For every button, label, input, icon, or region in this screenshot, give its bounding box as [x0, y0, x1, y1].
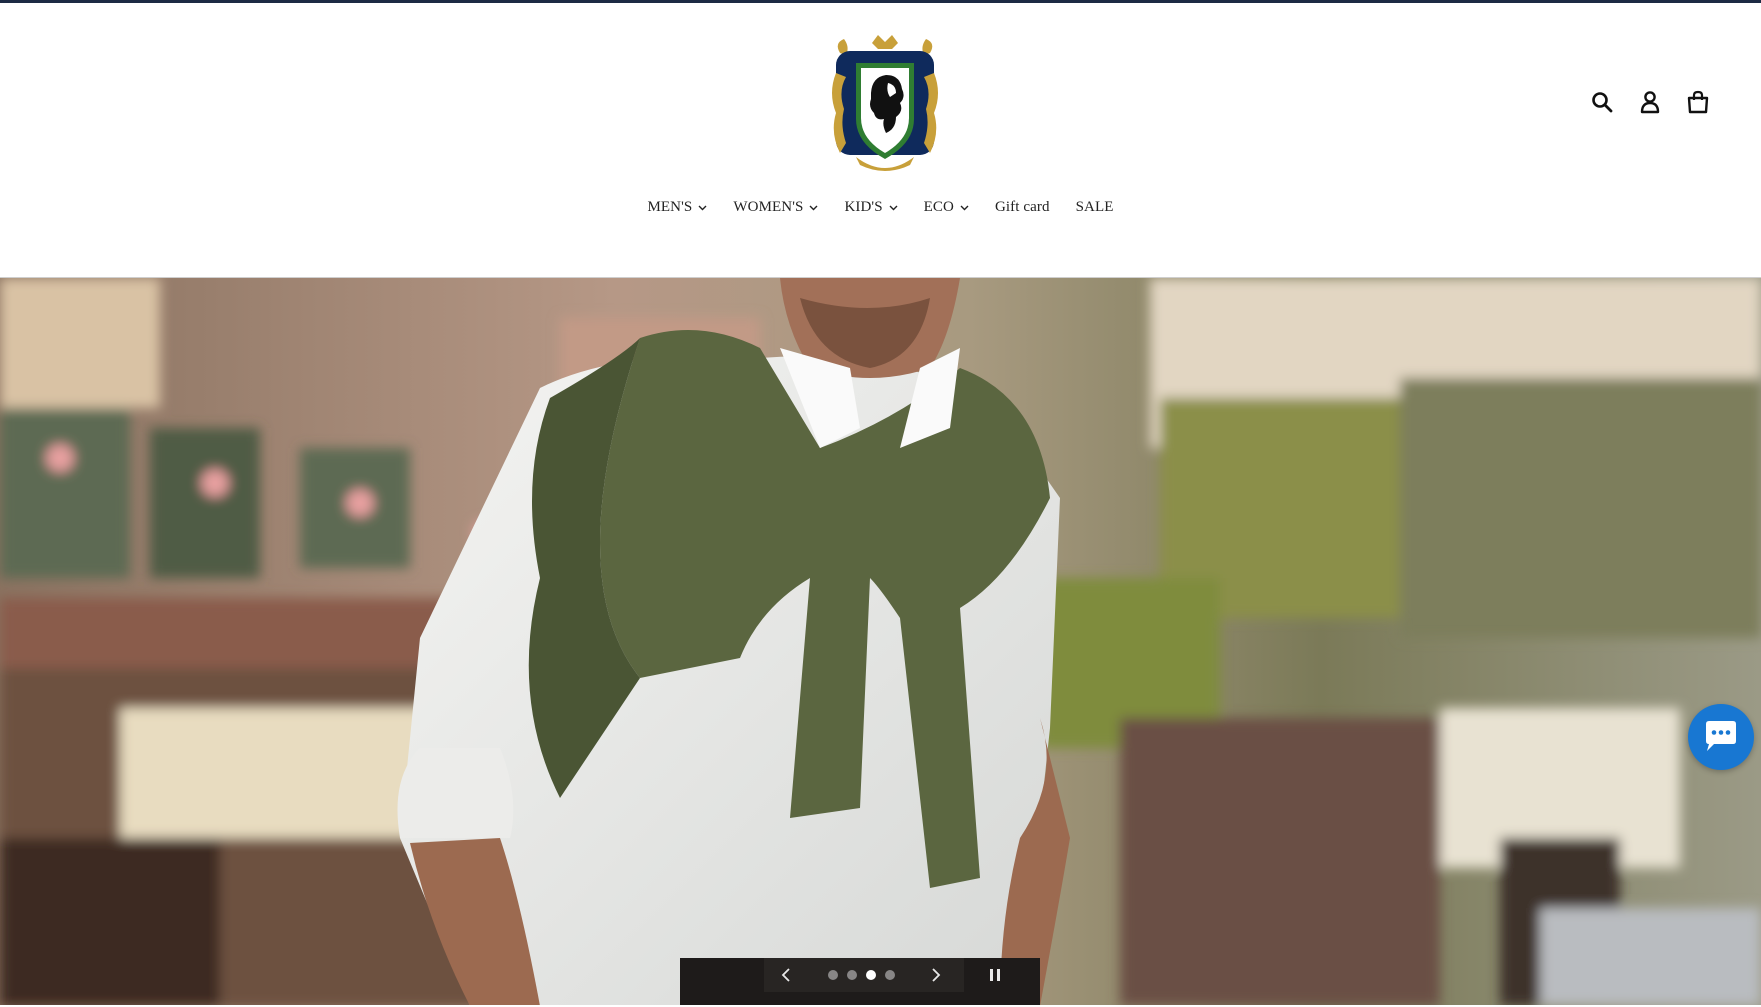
chevron-down-icon [960, 205, 969, 210]
slide-dot-4[interactable] [885, 970, 895, 980]
brand-logo[interactable] [826, 33, 944, 175]
chevron-left-icon[interactable] [778, 966, 796, 984]
nav-item-womens[interactable]: WOMEN'S [733, 199, 818, 216]
nav-label: Gift card [994, 199, 1050, 215]
nav-item-eco[interactable]: ECO [924, 199, 969, 216]
chevron-down-icon [809, 205, 818, 210]
chevron-right-icon[interactable] [926, 966, 944, 984]
chevron-down-icon [698, 205, 707, 210]
nav-label: MEN'S [647, 199, 693, 215]
nav-label: KID'S [844, 199, 883, 215]
nav-label: WOMEN'S [733, 199, 804, 215]
search-icon[interactable] [1589, 89, 1615, 115]
hero-slideshow [0, 277, 1761, 1005]
header-icons [1589, 89, 1711, 115]
nav-item-gift-card[interactable]: Gift card [995, 199, 1050, 216]
nav-item-mens[interactable]: MEN'S [647, 199, 707, 216]
nav-label: ECO [923, 199, 954, 215]
slide-dot-1[interactable] [828, 970, 838, 980]
slideshow-controls [764, 958, 1000, 994]
nav-item-kids[interactable]: KID'S [844, 199, 898, 216]
nav-label: SALE [1075, 199, 1114, 215]
nav-item-sale[interactable]: SALE [1076, 199, 1114, 216]
pause-icon[interactable] [986, 966, 1004, 984]
chat-icon [1706, 721, 1736, 751]
slide-dot-3[interactable] [866, 970, 876, 980]
site-header: MEN'S WOMEN'S KID'S ECO Gift card SALE [0, 3, 1761, 277]
slide-dots [828, 970, 895, 980]
slide-dot-2[interactable] [847, 970, 857, 980]
main-navigation: MEN'S WOMEN'S KID'S ECO Gift card SALE [0, 199, 1761, 216]
cart-icon[interactable] [1685, 89, 1711, 115]
chevron-down-icon [889, 205, 898, 210]
account-icon[interactable] [1637, 89, 1663, 115]
hero-image [0, 278, 1761, 1005]
chat-button[interactable] [1688, 704, 1754, 770]
